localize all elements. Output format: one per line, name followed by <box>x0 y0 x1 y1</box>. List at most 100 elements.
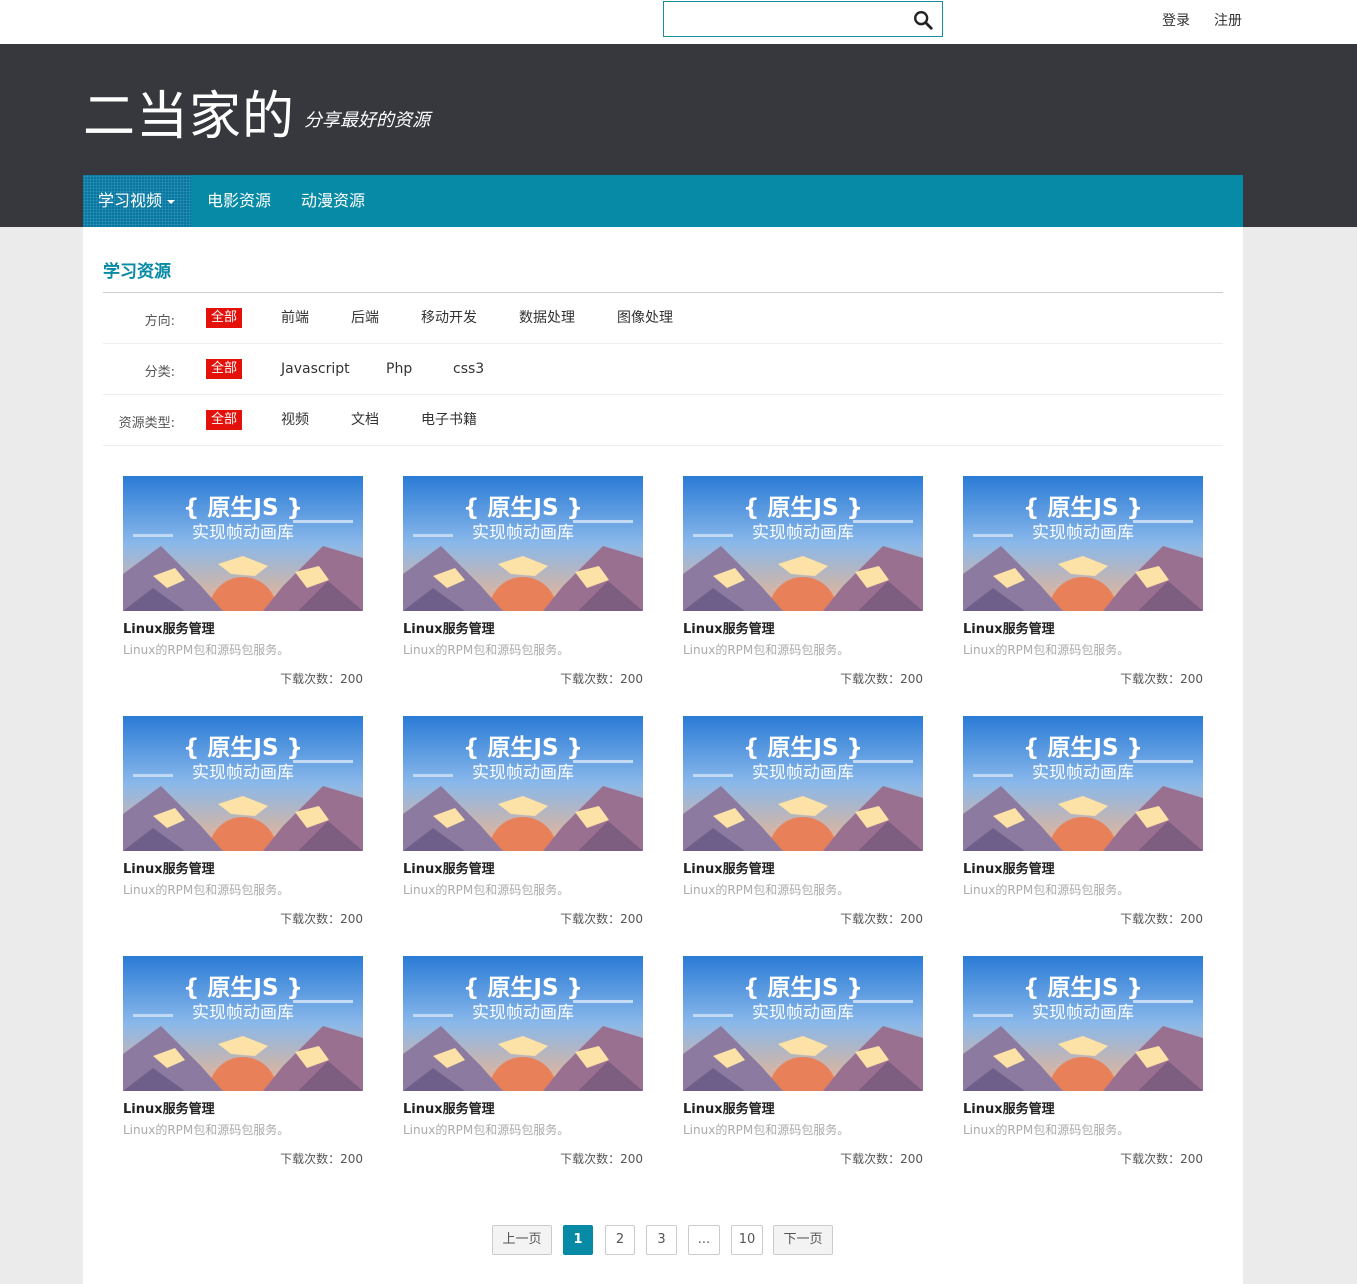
resource-card[interactable]: { 原生JS } 实现帧动画库 Linux服务管理 Linux的RPM包和源码包… <box>403 716 643 936</box>
resource-card[interactable]: { 原生JS } 实现帧动画库 Linux服务管理 Linux的RPM包和源码包… <box>963 716 1203 936</box>
resource-title[interactable]: Linux服务管理 <box>963 618 1055 637</box>
resource-thumbnail[interactable]: { 原生JS } 实现帧动画库 <box>683 716 923 851</box>
page-button-current[interactable]: 1 <box>563 1225 593 1255</box>
thumbnail-subheading: 实现帧动画库 <box>752 523 854 543</box>
resource-description: Linux的RPM包和源码包服务。 <box>683 883 850 897</box>
resource-title[interactable]: Linux服务管理 <box>403 618 495 637</box>
page-button[interactable]: 10 <box>731 1225 763 1255</box>
download-count: 下载次数：200 <box>1120 1152 1203 1166</box>
thumbnail-heading: { 原生JS } <box>183 975 303 1001</box>
register-link[interactable]: 注册 <box>1214 10 1242 30</box>
thumbnail-subheading: 实现帧动画库 <box>472 523 574 543</box>
resource-thumbnail[interactable]: { 原生JS } 实现帧动画库 <box>403 956 643 1091</box>
resource-card[interactable]: { 原生JS } 实现帧动画库 Linux服务管理 Linux的RPM包和源码包… <box>123 476 363 696</box>
filter-option[interactable]: 视频 <box>281 410 309 430</box>
resource-title[interactable]: Linux服务管理 <box>683 858 775 877</box>
filter-option[interactable]: 文档 <box>351 410 379 430</box>
resource-description: Linux的RPM包和源码包服务。 <box>963 883 1130 897</box>
next-page-button[interactable]: 下一页 <box>773 1225 833 1255</box>
filter-label: 分类: <box>144 365 175 380</box>
resource-thumbnail[interactable]: { 原生JS } 实现帧动画库 <box>963 476 1203 611</box>
search-box[interactable] <box>663 1 943 37</box>
thumbnail-subheading: 实现帧动画库 <box>192 1003 294 1023</box>
page-button[interactable]: 2 <box>605 1225 635 1255</box>
page-button[interactable]: 3 <box>646 1225 677 1255</box>
resource-description: Linux的RPM包和源码包服务。 <box>683 1123 850 1137</box>
download-count: 下载次数：200 <box>280 672 363 686</box>
resource-thumbnail[interactable]: { 原生JS } 实现帧动画库 <box>403 476 643 611</box>
filter-option[interactable]: Php <box>386 359 412 379</box>
resource-title[interactable]: Linux服务管理 <box>963 858 1055 877</box>
filter-option[interactable]: 全部 <box>206 308 243 328</box>
resource-description: Linux的RPM包和源码包服务。 <box>683 643 850 657</box>
resource-thumbnail[interactable]: { 原生JS } 实现帧动画库 <box>963 716 1203 851</box>
top-bar: 登录 注册 <box>0 0 1357 44</box>
resource-title[interactable]: Linux服务管理 <box>683 1098 775 1117</box>
resource-thumbnail[interactable]: { 原生JS } 实现帧动画库 <box>683 956 923 1091</box>
resource-card[interactable]: { 原生JS } 实现帧动画库 Linux服务管理 Linux的RPM包和源码包… <box>683 956 923 1176</box>
filter-option[interactable]: 全部 <box>206 410 243 430</box>
resource-title[interactable]: Linux服务管理 <box>123 618 215 637</box>
thumbnail-heading: { 原生JS } <box>463 495 583 521</box>
filter-row-resource-type: 资源类型: 全部 视频 文档 电子书籍 <box>103 395 1223 446</box>
resource-card[interactable]: { 原生JS } 实现帧动画库 Linux服务管理 Linux的RPM包和源码包… <box>683 476 923 696</box>
filter-option[interactable]: Javascript <box>281 359 350 379</box>
resource-card[interactable]: { 原生JS } 实现帧动画库 Linux服务管理 Linux的RPM包和源码包… <box>403 956 643 1176</box>
filter-option[interactable]: 数据处理 <box>519 308 575 328</box>
resource-thumbnail[interactable]: { 原生JS } 实现帧动画库 <box>963 956 1203 1091</box>
thumbnail-heading: { 原生JS } <box>743 495 863 521</box>
thumbnail-subheading: 实现帧动画库 <box>192 763 294 783</box>
main-content: 学习资源 方向: 全部 前端 后端 移动开发 数据处理 图像处理 分类: 全部 … <box>83 227 1243 1284</box>
filter-option[interactable]: 移动开发 <box>421 308 477 328</box>
resource-title[interactable]: Linux服务管理 <box>403 858 495 877</box>
resource-thumbnail[interactable]: { 原生JS } 实现帧动画库 <box>403 716 643 851</box>
thumbnail-subheading: 实现帧动画库 <box>192 523 294 543</box>
resource-card[interactable]: { 原生JS } 实现帧动画库 Linux服务管理 Linux的RPM包和源码包… <box>963 476 1203 696</box>
filter-option[interactable]: 前端 <box>281 308 309 328</box>
resource-card[interactable]: { 原生JS } 实现帧动画库 Linux服务管理 Linux的RPM包和源码包… <box>123 716 363 936</box>
login-link[interactable]: 登录 <box>1162 10 1190 30</box>
resource-thumbnail[interactable]: { 原生JS } 实现帧动画库 <box>123 476 363 611</box>
search-input[interactable] <box>664 2 904 36</box>
caret-down-icon <box>167 199 176 204</box>
resource-title[interactable]: Linux服务管理 <box>963 1098 1055 1117</box>
resource-card[interactable]: { 原生JS } 实现帧动画库 Linux服务管理 Linux的RPM包和源码包… <box>683 716 923 936</box>
download-count: 下载次数：200 <box>840 912 923 926</box>
resource-thumbnail[interactable]: { 原生JS } 实现帧动画库 <box>683 476 923 611</box>
prev-page-button[interactable]: 上一页 <box>492 1225 552 1255</box>
thumbnail-heading: { 原生JS } <box>1023 495 1143 521</box>
thumbnail-heading: { 原生JS } <box>1023 975 1143 1001</box>
nav-item-movie[interactable]: 电影资源 <box>207 175 271 227</box>
nav-item-anime[interactable]: 动漫资源 <box>301 175 365 227</box>
resource-card[interactable]: { 原生JS } 实现帧动画库 Linux服务管理 Linux的RPM包和源码包… <box>963 956 1203 1176</box>
resource-description: Linux的RPM包和源码包服务。 <box>963 1123 1130 1137</box>
resource-thumbnail[interactable]: { 原生JS } 实现帧动画库 <box>123 716 363 851</box>
filter-option[interactable]: css3 <box>453 359 484 379</box>
thumbnail-heading: { 原生JS } <box>183 495 303 521</box>
filter-option[interactable]: 后端 <box>351 308 379 328</box>
resource-card[interactable]: { 原生JS } 实现帧动画库 Linux服务管理 Linux的RPM包和源码包… <box>123 956 363 1176</box>
resource-title[interactable]: Linux服务管理 <box>683 618 775 637</box>
filter-label: 资源类型: <box>118 416 175 431</box>
resource-description: Linux的RPM包和源码包服务。 <box>123 883 290 897</box>
search-icon[interactable] <box>912 9 934 31</box>
resource-card[interactable]: { 原生JS } 实现帧动画库 Linux服务管理 Linux的RPM包和源码包… <box>403 476 643 696</box>
filter-option[interactable]: 图像处理 <box>617 308 673 328</box>
filter-option[interactable]: 全部 <box>206 359 243 379</box>
filter-option[interactable]: 电子书籍 <box>421 410 477 430</box>
thumbnail-subheading: 实现帧动画库 <box>752 763 854 783</box>
download-count: 下载次数：200 <box>1120 672 1203 686</box>
nav-item-learning-video[interactable]: 学习视频 <box>83 175 191 227</box>
site-title[interactable]: 二当家的 <box>83 74 295 149</box>
resource-thumbnail[interactable]: { 原生JS } 实现帧动画库 <box>123 956 363 1091</box>
resource-title[interactable]: Linux服务管理 <box>123 858 215 877</box>
download-count: 下载次数：200 <box>840 672 923 686</box>
resource-description: Linux的RPM包和源码包服务。 <box>963 643 1130 657</box>
section-title: 学习资源 <box>103 262 171 282</box>
download-count: 下载次数：200 <box>560 1152 643 1166</box>
thumbnail-heading: { 原生JS } <box>1023 735 1143 761</box>
resource-title[interactable]: Linux服务管理 <box>123 1098 215 1117</box>
download-count: 下载次数：200 <box>840 1152 923 1166</box>
download-count: 下载次数：200 <box>1120 912 1203 926</box>
resource-title[interactable]: Linux服务管理 <box>403 1098 495 1117</box>
